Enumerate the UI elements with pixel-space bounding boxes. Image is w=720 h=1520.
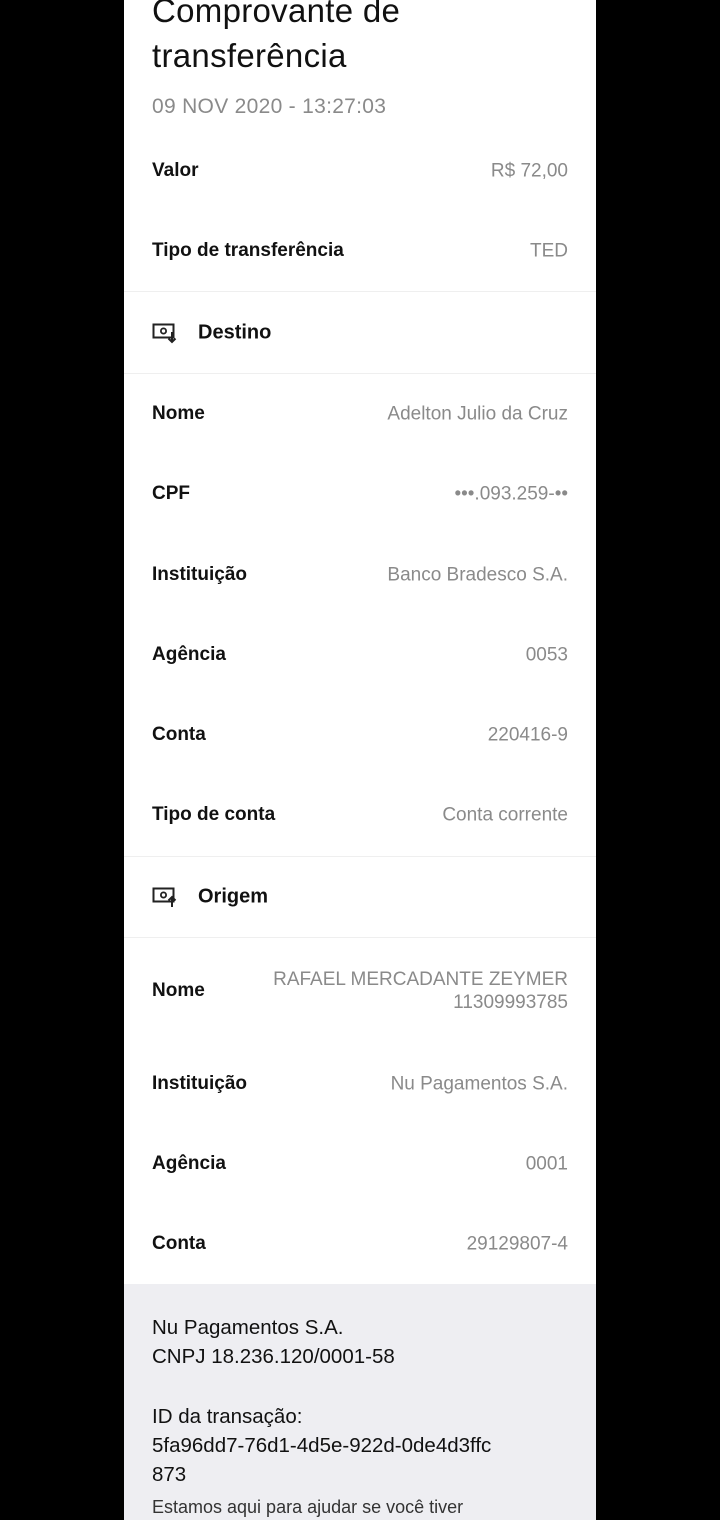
detail-row-valor: Valor R$ 72,00: [124, 131, 596, 211]
company-name: Nu Pagamentos S.A.: [152, 1316, 344, 1339]
detail-row-nome: Nome Adelton Julio da Cruz: [124, 374, 596, 454]
receipt-footer: Nu Pagamentos S.A. CNPJ 18.236.120/0001-…: [124, 1284, 596, 1520]
row-label: Conta: [152, 724, 206, 745]
section-title: Origem: [198, 885, 269, 908]
detail-row-cpf: CPF •••.093.259-••: [124, 454, 596, 534]
detail-row-conta: Conta 29129807-4: [124, 1204, 596, 1284]
row-label: Nome: [152, 980, 205, 1001]
row-value: 0001: [525, 1153, 568, 1175]
row-label: Agência: [152, 644, 226, 665]
detail-row-tipo-transferencia: Tipo de transferência TED: [124, 211, 596, 291]
row-label: Tipo de transferência: [152, 240, 344, 261]
row-value: Nu Pagamentos S.A.: [390, 1073, 568, 1095]
row-value: Adelton Julio da Cruz: [387, 403, 568, 425]
row-label: Instituição: [152, 1073, 248, 1094]
divider: [124, 291, 596, 292]
row-label: Nome: [152, 403, 205, 424]
divider: [124, 937, 596, 938]
row-value-line: 11309993785: [453, 992, 568, 1013]
row-value: Conta corrente: [442, 804, 568, 826]
section-title: Destino: [198, 321, 272, 344]
row-label: CPF: [152, 483, 190, 504]
row-value: RAFAEL MERCADANTE ZEYMER 11309993785: [268, 968, 568, 1014]
row-label: Valor: [152, 160, 199, 181]
detail-row-instituicao: Instituição Banco Bradesco S.A.: [124, 535, 596, 615]
section-destino: Destino: [124, 293, 596, 373]
row-value: •••.093.259-••: [454, 483, 568, 505]
company-cnpj: CNPJ 18.236.120/0001-58: [152, 1345, 395, 1368]
page-title: Comprovante de transferência: [152, 0, 401, 74]
bank-out-icon: [152, 886, 178, 908]
row-label: Conta: [152, 1233, 206, 1254]
row-label: Tipo de conta: [152, 804, 276, 825]
detail-row-agencia: Agência 0001: [124, 1124, 596, 1204]
transaction-id-label: ID da transação:: [152, 1405, 303, 1428]
row-value-line: RAFAEL MERCADANTE ZEYMER: [273, 969, 568, 990]
transaction-id-continued: 873: [152, 1463, 187, 1486]
section-origem: Origem: [124, 857, 596, 937]
row-value: 220416-9: [487, 724, 568, 746]
detail-row-nome: Nome RAFAEL MERCADANTE ZEYMER 1130999378…: [124, 950, 596, 1032]
row-label: Agência: [152, 1153, 226, 1174]
detail-row-agencia: Agência 0053: [124, 615, 596, 695]
transaction-id: 5fa96dd7-76d1-4d5e-922d-0de4d3ffc: [152, 1434, 492, 1457]
row-value: Banco Bradesco S.A.: [387, 564, 568, 586]
detail-row-tipo-conta: Tipo de conta Conta corrente: [124, 775, 596, 855]
transfer-timestamp: 09 NOV 2020 - 13:27:03: [152, 95, 387, 118]
row-label: Instituição: [152, 564, 248, 585]
receipt-screen: Comprovante de transferência 09 NOV 2020…: [124, 0, 596, 1520]
bank-in-icon: [152, 322, 178, 344]
row-value: 0053: [525, 644, 568, 666]
row-value: R$ 72,00: [490, 160, 568, 182]
detail-row-instituicao: Instituição Nu Pagamentos S.A.: [124, 1044, 596, 1124]
help-text: Estamos aqui para ajudar se você tiver: [152, 1497, 464, 1517]
row-value: TED: [530, 240, 568, 262]
row-value: 29129807-4: [466, 1233, 568, 1255]
detail-row-conta: Conta 220416-9: [124, 695, 596, 775]
